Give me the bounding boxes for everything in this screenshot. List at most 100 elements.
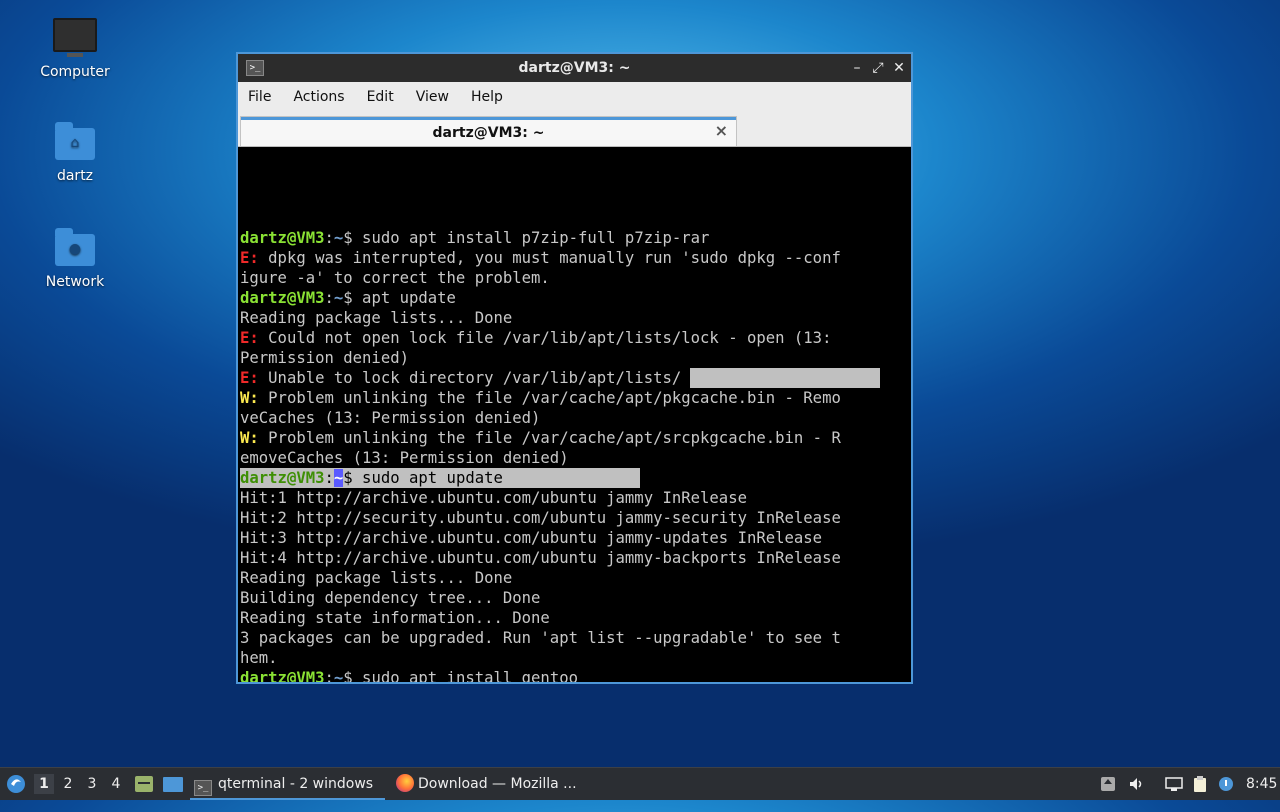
task-firefox[interactable]: Download — Mozilla ... xyxy=(394,770,594,798)
prompt-symbol: $ xyxy=(343,469,353,487)
desktop-icon-network[interactable]: ● Network xyxy=(25,228,125,290)
terminal-window: >_ dartz@VM3: ~ – ⤢ ✕ File Actions Edit … xyxy=(236,52,913,684)
update-notifier-icon[interactable] xyxy=(1100,776,1116,792)
tab-close-icon[interactable]: × xyxy=(715,121,728,140)
terminal-line: Reading package lists... Done xyxy=(240,308,911,328)
desktop-switch-4[interactable]: 4 xyxy=(106,774,126,794)
show-desktop-icon[interactable] xyxy=(162,768,184,800)
output-text: dpkg was interrupted, you must manually … xyxy=(258,249,841,267)
terminal-line: Hit:2 http://security.ubuntu.com/ubuntu … xyxy=(240,508,911,528)
output-text: Hit:2 http://security.ubuntu.com/ubuntu … xyxy=(240,509,841,527)
terminal-line: dartz@VM3:~$ sudo apt install p7zip-full… xyxy=(240,228,911,248)
start-menu-icon[interactable] xyxy=(4,768,28,800)
menu-bar: File Actions Edit View Help xyxy=(238,82,911,112)
terminal-line: veCaches (13: Permission denied) xyxy=(240,408,911,428)
prompt-symbol: $ xyxy=(343,229,353,247)
close-button[interactable]: ✕ xyxy=(890,59,908,77)
command-text: sudo apt update xyxy=(352,469,503,487)
menu-help[interactable]: Help xyxy=(471,89,503,105)
menu-file[interactable]: File xyxy=(248,89,271,105)
output-text: Permission denied) xyxy=(240,349,409,367)
prompt-symbol: $ xyxy=(343,289,353,307)
terminal-line: hem. xyxy=(240,648,911,668)
error-tag: E: xyxy=(240,329,259,347)
error-tag: E: xyxy=(240,369,259,387)
command-text: sudo apt install gentoo xyxy=(352,669,578,682)
prompt-dir: ~ xyxy=(333,289,344,307)
command-text: sudo apt install p7zip-full p7zip-rar xyxy=(352,229,710,247)
warning-tag: W: xyxy=(240,429,259,447)
desktop-switch-2[interactable]: 2 xyxy=(58,774,78,794)
prompt-dir: ~ xyxy=(333,469,344,487)
desktop-switch-1[interactable]: 1 xyxy=(34,774,54,794)
volume-icon[interactable] xyxy=(1128,776,1144,792)
output-text: Hit:4 http://archive.ubuntu.com/ubuntu j… xyxy=(240,549,841,567)
terminal-line: E: Could not open lock file /var/lib/apt… xyxy=(240,328,911,348)
file-manager-icon[interactable] xyxy=(134,768,154,800)
maximize-button[interactable]: ⤢ xyxy=(869,59,887,77)
prompt-user: dartz@VM3 xyxy=(240,669,325,682)
output-text: Hit:1 http://archive.ubuntu.com/ubuntu j… xyxy=(240,489,747,507)
terminal-line: dartz@VM3:~$ apt update xyxy=(240,288,911,308)
output-text: Reading state information... Done xyxy=(240,609,550,627)
task-qterminal[interactable]: >_ qterminal - 2 windows xyxy=(190,770,385,800)
computer-icon xyxy=(53,18,97,58)
terminal-line: dartz@VM3:~$ sudo apt install gentoo xyxy=(240,668,911,682)
terminal-line: Hit:3 http://archive.ubuntu.com/ubuntu j… xyxy=(240,528,911,548)
terminal-line: emoveCaches (13: Permission denied) xyxy=(240,448,911,468)
clock[interactable]: 8:45 xyxy=(1246,768,1278,800)
firefox-icon xyxy=(396,774,414,792)
terminal-line: igure -a' to correct the problem. xyxy=(240,268,911,288)
output-text: Hit:3 http://archive.ubuntu.com/ubuntu j… xyxy=(240,529,823,547)
taskbar: 1 2 3 4 >_ qterminal - 2 windows Download… xyxy=(0,767,1280,800)
menu-edit[interactable]: Edit xyxy=(367,89,394,105)
prompt-separator: : xyxy=(324,289,334,307)
task-label: Download — Mozilla ... xyxy=(418,776,577,792)
prompt-separator: : xyxy=(324,229,334,247)
output-text: Could not open lock file /var/lib/apt/li… xyxy=(258,329,832,347)
notification-icon[interactable] xyxy=(1218,776,1234,792)
desktop-icon-label: Network xyxy=(45,274,105,290)
selection-highlight xyxy=(690,368,880,388)
minimize-button[interactable]: – xyxy=(848,59,866,77)
prompt-separator: : xyxy=(324,669,334,682)
output-text: emoveCaches (13: Permission denied) xyxy=(240,449,569,467)
terminal-line: dartz@VM3:~$ sudo apt update xyxy=(240,468,911,488)
home-folder-icon: ⌂ xyxy=(53,122,97,162)
warning-tag: W: xyxy=(240,389,259,407)
terminal-line: W: Problem unlinking the file /var/cache… xyxy=(240,428,911,448)
tab-terminal[interactable]: dartz@VM3: ~ × xyxy=(240,116,737,146)
desktop-icon-computer[interactable]: Computer xyxy=(25,18,125,80)
output-text: Reading package lists... Done xyxy=(240,309,513,327)
terminal-line: W: Problem unlinking the file /var/cache… xyxy=(240,388,911,408)
menu-view[interactable]: View xyxy=(416,89,449,105)
desktop-icon-label: dartz xyxy=(56,168,94,184)
tab-title: dartz@VM3: ~ xyxy=(432,125,545,141)
tab-bar: dartz@VM3: ~ × xyxy=(238,112,911,147)
output-text: hem. xyxy=(240,649,278,667)
prompt-dir: ~ xyxy=(333,669,344,682)
network-tray-icon[interactable] xyxy=(1165,776,1183,792)
terminal-line: Hit:1 http://archive.ubuntu.com/ubuntu j… xyxy=(240,488,911,508)
window-titlebar[interactable]: >_ dartz@VM3: ~ – ⤢ ✕ xyxy=(238,54,911,82)
terminal-output[interactable]: dartz@VM3:~$ sudo apt install p7zip-full… xyxy=(240,148,911,682)
prompt-user: dartz@VM3 xyxy=(240,289,325,307)
menu-actions[interactable]: Actions xyxy=(293,89,344,105)
output-text: Problem unlinking the file /var/cache/ap… xyxy=(258,389,841,407)
desktop-switch-3[interactable]: 3 xyxy=(82,774,102,794)
output-text: Problem unlinking the file /var/cache/ap… xyxy=(258,429,841,447)
terminal-line: Hit:4 http://archive.ubuntu.com/ubuntu j… xyxy=(240,548,911,568)
clipboard-icon[interactable] xyxy=(1192,776,1208,792)
terminal-line: 3 packages can be upgraded. Run 'apt lis… xyxy=(240,628,911,648)
output-text: 3 packages can be upgraded. Run 'apt lis… xyxy=(240,629,841,647)
desktop-icon-home[interactable]: ⌂ dartz xyxy=(25,122,125,184)
output-text: veCaches (13: Permission denied) xyxy=(240,409,541,427)
prompt-user: dartz@VM3 xyxy=(240,229,325,247)
task-label: qterminal - 2 windows xyxy=(218,776,374,792)
output-text: Building dependency tree... Done xyxy=(240,589,541,607)
prompt-symbol: $ xyxy=(343,669,353,682)
terminal-app-icon: >_ xyxy=(194,780,212,796)
output-text: Unable to lock directory /var/lib/apt/li… xyxy=(258,369,682,387)
prompt-dir: ~ xyxy=(333,229,344,247)
prompt-user: dartz@VM3 xyxy=(240,469,325,487)
